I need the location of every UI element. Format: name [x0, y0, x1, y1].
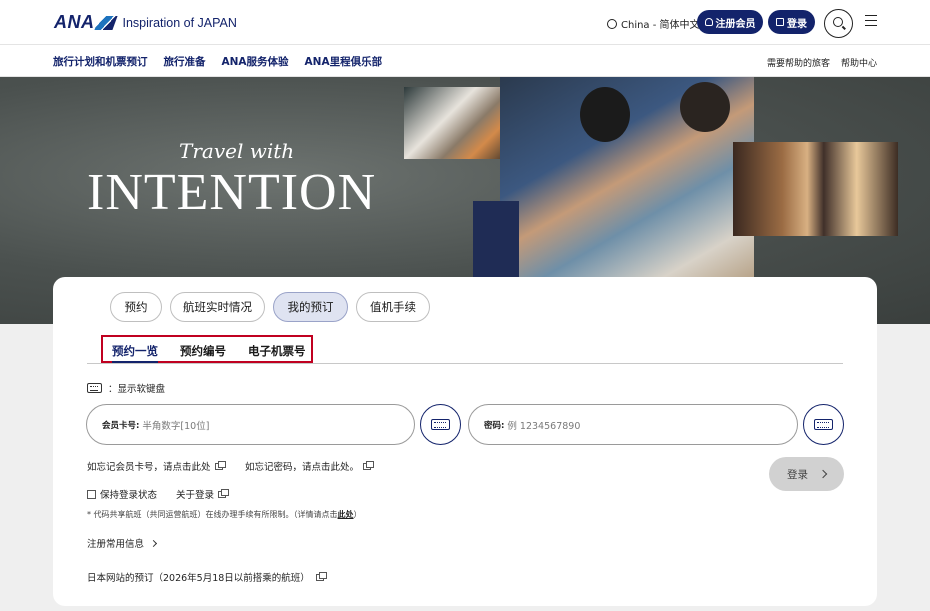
hero-photo-lounge	[733, 142, 898, 236]
external-link-icon	[363, 460, 375, 470]
about-login-label: 关于登录	[176, 490, 215, 501]
tab-reservation[interactable]: 预约	[110, 292, 162, 322]
login-submit-button[interactable]: 登录	[769, 457, 844, 491]
chevron-right-icon	[818, 469, 828, 479]
tab-flight-status[interactable]: 航班实时情况	[170, 292, 265, 322]
booking-tabs: 预约 航班实时情况 我的预订 值机手续	[110, 292, 430, 322]
register-info-label: 注册常用信息	[87, 539, 145, 550]
register-button[interactable]: 注册会员	[697, 10, 763, 34]
password-field[interactable]: 密码: 例 1234567890	[468, 404, 798, 445]
member-number-placeholder: 半角数字[10位]	[142, 420, 210, 432]
user-icon	[704, 18, 713, 26]
forgot-card-label: 如忘记会员卡号，请点击此处	[87, 462, 211, 473]
login-header-label: 登录	[787, 18, 807, 30]
nav-item-assistance[interactable]: 需要帮助的旅客	[767, 56, 830, 69]
soft-keyboard-toggle[interactable]: ：显示软键盘	[87, 381, 165, 395]
password-placeholder: 例 1234567890	[507, 420, 581, 432]
logo-text: ANA	[54, 12, 95, 32]
ana-logo[interactable]: ANA Inspiration of JAPAN	[54, 12, 237, 33]
member-keyboard-button[interactable]	[420, 404, 461, 445]
forgot-password-label: 如忘记密码，请点击此处。	[245, 462, 360, 473]
nav-item-ana-experience[interactable]: ANA服务体验	[222, 54, 289, 69]
subtab-booking-number[interactable]: 预约编号	[180, 343, 226, 364]
external-link-icon	[218, 488, 230, 498]
main-nav: 旅行计划和机票预订 旅行准备 ANA服务体验 ANA里程俱乐部 需要帮助的旅客 …	[0, 45, 930, 77]
external-link-icon	[315, 571, 327, 581]
hero-subtitle: Travel with	[179, 139, 295, 163]
nav-item-travel-planning[interactable]: 旅行计划和机票预订	[53, 54, 148, 69]
keep-logged-in-label: 保持登录状态	[100, 490, 158, 501]
japan-site-link[interactable]: 日本网站的预订（2026年5月18日以前搭乘的航班）	[87, 570, 327, 584]
hero-title: INTENTION	[87, 164, 377, 221]
top-header: ANA Inspiration of JAPAN China - 简体中文 注册…	[0, 0, 930, 45]
nav-right: 需要帮助的旅客 帮助中心	[767, 56, 877, 69]
nav-item-help-center[interactable]: 帮助中心	[841, 56, 877, 69]
note-text: * 代码共享航班（共同运营航班）在线办理手续有所限制。（详情请点击	[87, 510, 338, 519]
nav-left: 旅行计划和机票预订 旅行准备 ANA服务体验 ANA里程俱乐部	[53, 54, 382, 69]
keyboard-icon	[431, 419, 450, 430]
hamburger-menu-icon[interactable]	[865, 15, 877, 26]
member-number-label: 会员卡号:	[102, 420, 140, 431]
japan-site-label: 日本网站的预订（2026年5月18日以前搭乘的航班）	[87, 573, 310, 584]
hero-photo-seat	[473, 201, 519, 277]
about-login-link[interactable]: 关于登录	[176, 487, 230, 501]
nav-item-mileage-club[interactable]: ANA里程俱乐部	[305, 54, 383, 69]
register-info-link[interactable]: 注册常用信息	[87, 536, 158, 550]
codeshare-note: * 代码共享航班（共同运营航班）在线办理手续有所限制。（详情请点击此处）	[87, 509, 362, 520]
language-selector[interactable]: China - 简体中文	[607, 16, 700, 31]
subtab-eticket-number[interactable]: 电子机票号	[248, 343, 306, 364]
login-icon	[776, 18, 784, 26]
forgot-password-link[interactable]: 如忘记密码，请点击此处。	[245, 459, 375, 473]
member-number-field[interactable]: 会员卡号: 半角数字[10位]	[86, 404, 415, 445]
note-link[interactable]: 此处	[338, 510, 354, 519]
search-icon[interactable]	[824, 9, 853, 38]
password-keyboard-button[interactable]	[803, 404, 844, 445]
language-label: China - 简体中文	[621, 20, 700, 31]
login-submit-label: 登录	[787, 468, 808, 481]
subtab-divider	[87, 363, 843, 364]
keyboard-icon	[87, 383, 102, 393]
tab-my-booking[interactable]: 我的预订	[273, 292, 348, 322]
hero-photo-chefs	[404, 87, 514, 159]
soft-keyboard-label: ：显示软键盘	[108, 384, 166, 395]
login-header-button[interactable]: 登录	[768, 10, 815, 34]
forgot-card-link[interactable]: 如忘记会员卡号，请点击此处	[87, 459, 226, 473]
note-end: ）	[353, 510, 362, 519]
my-booking-card: 预约 航班实时情况 我的预订 值机手续 预约一览 预约编号 电子机票号 ：显示软…	[53, 277, 877, 606]
external-link-icon	[214, 460, 226, 470]
logo-stripe-icon	[93, 15, 118, 30]
keep-logged-in-checkbox[interactable]	[87, 489, 96, 499]
keyboard-icon	[814, 419, 833, 430]
globe-icon	[607, 18, 617, 29]
register-label: 注册会员	[715, 18, 756, 30]
subtab-booking-list[interactable]: 预约一览	[112, 343, 158, 364]
keep-logged-in[interactable]: 保持登录状态	[87, 487, 157, 501]
password-label: 密码:	[484, 420, 505, 431]
tab-check-in[interactable]: 值机手续	[356, 292, 430, 322]
chevron-right-icon	[149, 539, 158, 547]
logo-tagline: Inspiration of JAPAN	[122, 15, 237, 30]
booking-subtabs: 预约一览 预约编号 电子机票号	[112, 343, 306, 364]
hero-photo-passengers	[500, 77, 754, 277]
nav-item-travel-prep[interactable]: 旅行准备	[164, 54, 206, 69]
